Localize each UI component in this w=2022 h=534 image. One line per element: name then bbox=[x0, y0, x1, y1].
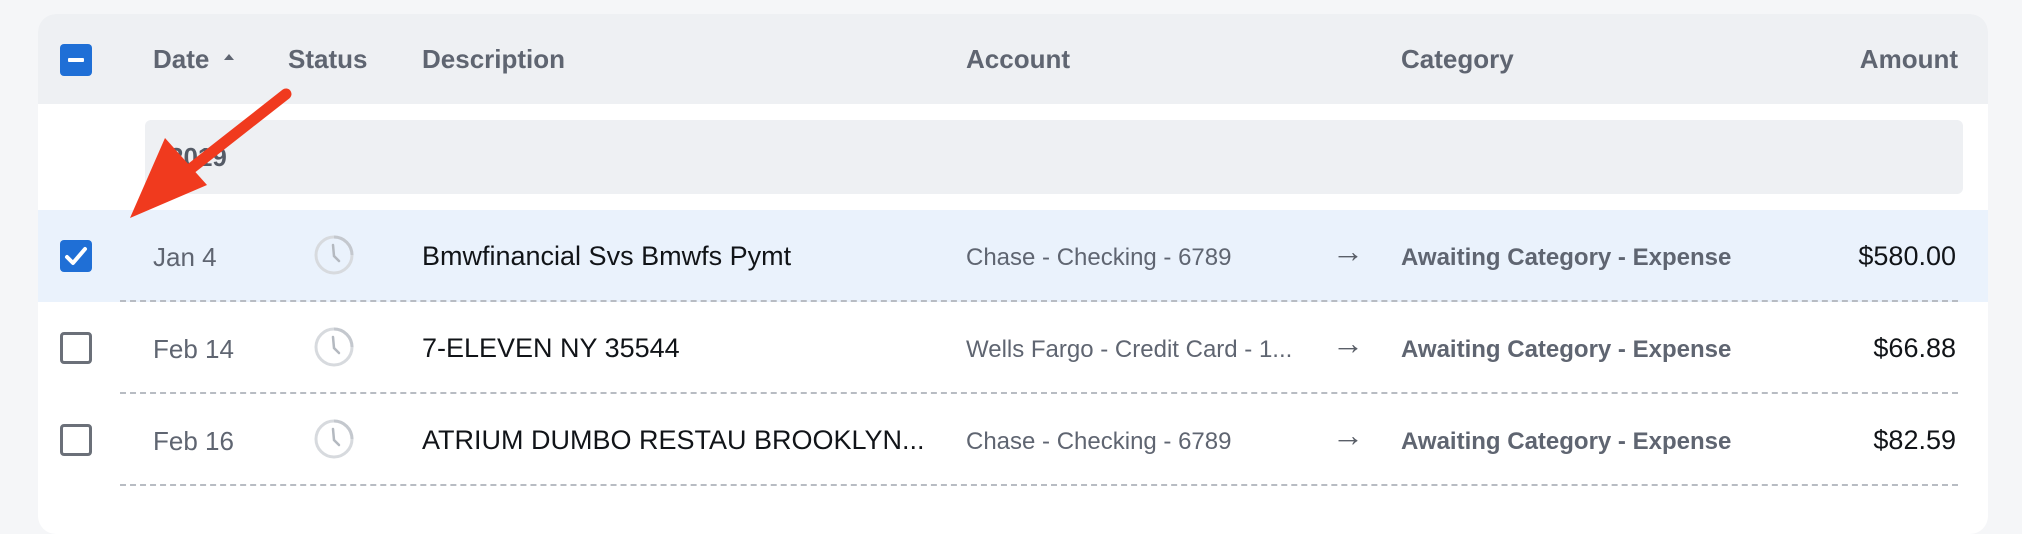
annotation-arrow bbox=[130, 88, 292, 218]
